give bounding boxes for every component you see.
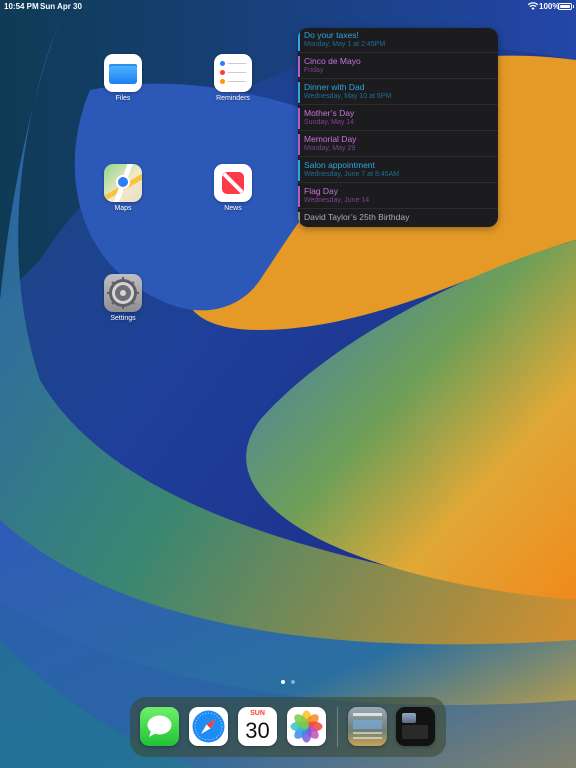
page-dot-active <box>281 680 285 684</box>
app-news[interactable]: News <box>203 164 263 212</box>
event-title: Flag Day <box>304 186 339 196</box>
calendar-widget[interactable]: Do your taxes! Monday, May 1 at 2:45PM C… <box>298 28 498 227</box>
messages-icon[interactable] <box>140 707 179 746</box>
event-subtitle: Wednesday, May 10 at 5PM <box>304 93 392 100</box>
event-subtitle: Monday, May 1 at 2:45PM <box>304 41 386 48</box>
event-color-bar <box>298 134 300 155</box>
calendar-day-number: 30 <box>245 718 270 743</box>
event-title: Mother’s Day <box>304 108 355 118</box>
status-date: Sun Apr 30 <box>40 2 82 11</box>
status-bar: 10:54 PM Sun Apr 30 100% <box>0 0 576 14</box>
event-subtitle: Friday <box>304 67 324 74</box>
event-subtitle: Sunday, May 14 <box>304 119 355 126</box>
event-item[interactable]: Flag Day Wednesday, June 14 <box>298 184 498 209</box>
recent-app-2-icon[interactable] <box>396 707 435 746</box>
calendar-icon[interactable]: SUN 30 <box>238 707 277 746</box>
event-item[interactable]: Do your taxes! Monday, May 1 at 2:45PM <box>298 28 498 53</box>
wifi-icon <box>527 2 539 10</box>
app-files[interactable]: Files <box>93 54 153 102</box>
event-color-bar <box>298 108 300 129</box>
news-icon <box>214 164 252 202</box>
event-color-bar <box>298 30 300 51</box>
calendar-day-label: SUN <box>250 710 265 717</box>
app-label: Reminders <box>216 95 250 102</box>
app-label: Files <box>115 95 131 102</box>
battery-percent: 100% <box>539 2 560 11</box>
app-settings[interactable]: Settings <box>93 274 153 322</box>
safari-icon[interactable] <box>189 707 228 746</box>
app-label: Maps <box>114 205 132 212</box>
event-title: Cinco de Mayo <box>304 56 361 66</box>
event-title: Memorial Day <box>304 134 357 144</box>
app-label: News <box>224 205 242 212</box>
photos-icon[interactable] <box>287 707 326 746</box>
event-title: Salon appointment <box>304 160 375 170</box>
event-subtitle: Wednesday, June 7 at 8:45AM <box>304 171 400 178</box>
event-item[interactable]: Dinner with Dad Wednesday, May 10 at 5PM <box>298 80 498 105</box>
event-color-bar <box>298 186 300 207</box>
app-label: Settings <box>110 315 136 322</box>
event-title: Dinner with Dad <box>304 82 365 92</box>
event-title: David Taylor’s 25th Birthday <box>304 212 410 222</box>
event-color-bar <box>298 56 300 77</box>
event-item[interactable]: Mother’s Day Sunday, May 14 <box>298 106 498 131</box>
event-title: Do your taxes! <box>304 30 359 40</box>
app-reminders[interactable]: Reminders <box>203 54 263 102</box>
event-color-bar <box>298 82 300 103</box>
folder-icon <box>104 54 142 92</box>
app-maps[interactable]: Maps <box>93 164 153 212</box>
dock-separator <box>337 707 338 747</box>
event-item[interactable]: David Taylor’s 25th Birthday <box>298 210 498 227</box>
reminders-icon <box>214 54 252 92</box>
event-item[interactable]: Memorial Day Monday, May 29 <box>298 132 498 157</box>
event-color-bar <box>298 212 300 227</box>
status-time: 10:54 PM <box>4 2 39 11</box>
maps-icon <box>104 164 142 202</box>
recent-app-1-icon[interactable] <box>348 707 387 746</box>
event-subtitle: Monday, May 29 <box>304 145 356 152</box>
event-color-bar <box>298 160 300 181</box>
event-subtitle: Wednesday, June 14 <box>304 197 370 204</box>
battery-icon <box>558 3 574 10</box>
page-dot <box>291 680 295 684</box>
event-item[interactable]: Salon appointment Wednesday, June 7 at 8… <box>298 158 498 183</box>
gear-icon <box>104 274 142 312</box>
event-item[interactable]: Cinco de Mayo Friday <box>298 54 498 79</box>
